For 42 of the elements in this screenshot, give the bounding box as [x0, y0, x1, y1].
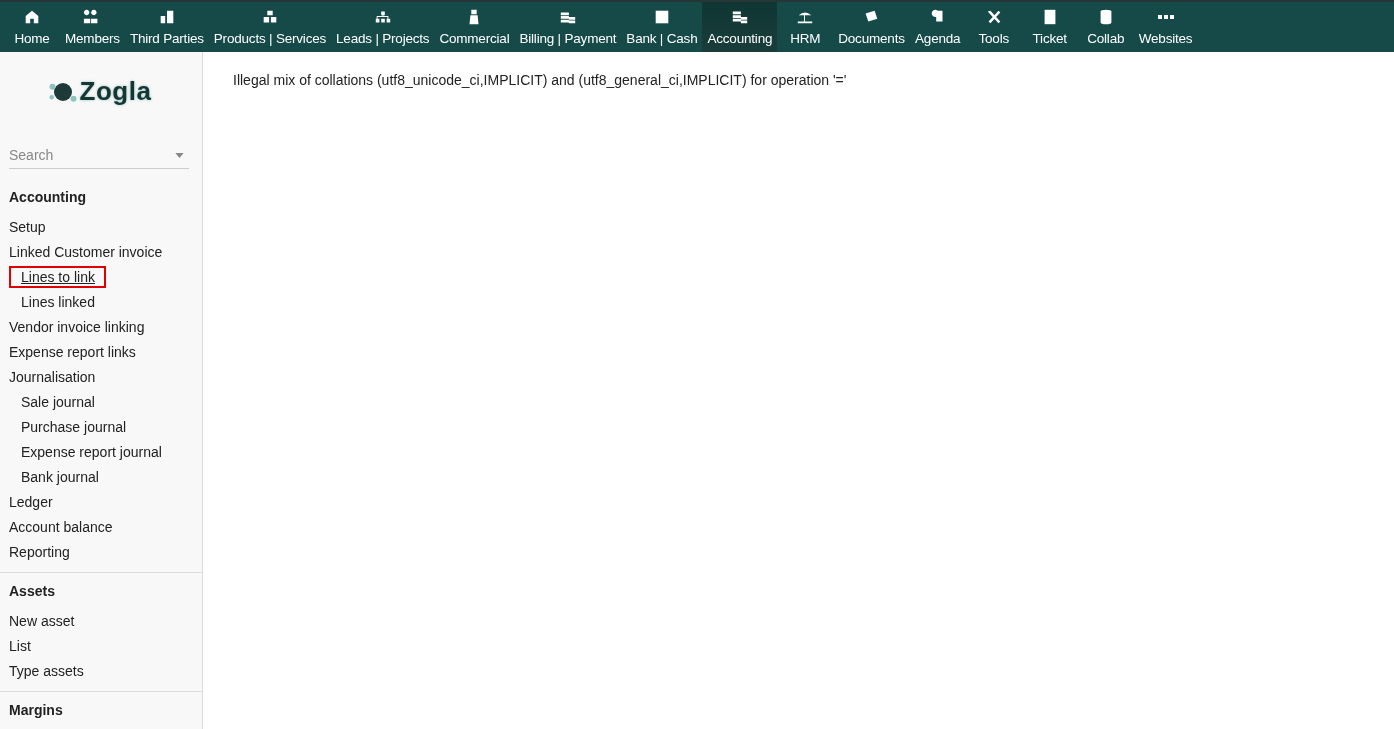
menu-tab[interactable]: HRM [777, 2, 834, 52]
sidebar-link[interactable]: New asset [0, 609, 86, 632]
menu-tab[interactable]: Members [60, 2, 125, 52]
sidebar-link[interactable]: Setup [0, 215, 57, 238]
logo: Zogla [9, 76, 190, 107]
menu-tab[interactable]: Websites [1133, 2, 1198, 52]
sidebar-link[interactable]: Vendor invoice linking [0, 315, 156, 338]
menu-tab[interactable]: Ticket [1021, 2, 1078, 52]
search-field[interactable]: Search [9, 147, 175, 163]
sidebar-link[interactable]: Linked Customer invoice [0, 240, 174, 263]
menu-tab[interactable]: Collab [1077, 2, 1134, 52]
error-message: Illegal mix of collations (utf8_unicode_ci,IMPLICIT) and (utf8_general_ci,IMPLICIT) for operation '=' [233, 72, 848, 88]
section-title: Margins [9, 701, 64, 720]
house-icon [23, 8, 41, 26]
sidebar-link[interactable]: Lines to link [9, 265, 106, 288]
sidebar-link[interactable]: Lines linked [9, 290, 106, 313]
caret-icon [175, 152, 184, 158]
menu-tab[interactable]: Third Parties [124, 2, 209, 52]
menu-tab[interactable]: Products | Services [208, 2, 332, 52]
sidebar-link[interactable]: Type assets [0, 659, 95, 682]
menu-tab[interactable]: Home [4, 2, 60, 52]
sidebar-link[interactable]: Expense report links [0, 340, 147, 363]
sidebar-link[interactable]: Purchase journal [9, 415, 138, 438]
sidebar-link[interactable]: Expense report journal [9, 440, 173, 463]
sidebar-link[interactable]: List [0, 634, 42, 657]
menu-tab[interactable]: Tools [965, 2, 1022, 52]
dots-icon [1156, 14, 1175, 20]
menu-tab[interactable]: Billing | Payment [514, 2, 622, 52]
menu-tab[interactable]: Bank | Cash [621, 2, 703, 52]
menu-tab[interactable]: Documents [833, 2, 910, 52]
sidebar-link[interactable]: Journalisation [0, 365, 107, 388]
sidebar-link[interactable]: Bank journal [9, 465, 110, 488]
sidebar-link[interactable]: Account balance [0, 515, 124, 538]
section-title: Accounting [9, 188, 87, 207]
sidebar-link[interactable]: Ledger [0, 490, 64, 513]
menu-tab[interactable]: Commercial [434, 2, 515, 52]
menu-tab[interactable]: Accounting [702, 2, 778, 52]
section-title: Assets [9, 582, 56, 601]
sidebar-link[interactable]: Reporting [0, 540, 81, 563]
menu-tab[interactable]: Agenda [909, 2, 966, 52]
menu-tab[interactable]: Leads | Projects [331, 2, 435, 52]
sidebar-link[interactable]: Sale journal [9, 390, 106, 413]
